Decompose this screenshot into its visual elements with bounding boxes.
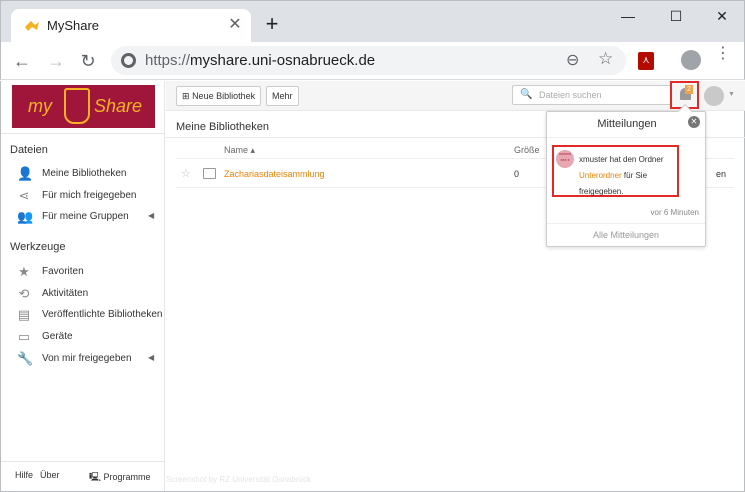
column-header-size[interactable]: Größe [514,145,540,155]
chevron-down-icon[interactable]: ▼ [728,91,735,98]
page-title: Meine Bibliotheken [176,121,269,133]
zoom-icon[interactable]: ⊖ [566,50,579,70]
sidebar-item-favorites[interactable]: ★ Favoriten [17,262,165,282]
notification-count-badge: 2 [685,85,693,94]
share-icon: ⋖ [18,188,30,203]
avatar: xxxxxx xxx x [556,150,574,168]
all-notifications-link[interactable]: Alle Mitteilungen [547,230,705,240]
maximize-button[interactable]: ☐ [653,4,699,28]
popup-title: Mitteilungen [597,118,657,130]
notification-text: xmuster hat den Ordner Unterordner für S… [579,155,664,196]
notification-item[interactable]: xxxxxx xxx x xmuster hat den Ordner Unte… [552,145,679,197]
sidebar-item-my-libraries[interactable]: 👤 Meine Bibliotheken [17,164,165,184]
divider [1,133,165,134]
new-tab-button[interactable]: + [261,13,283,36]
address-bar[interactable]: https://myshare.uni-osnabrueck.de ⊖ ☆ [111,46,626,75]
about-link[interactable]: Über [40,470,60,480]
globe-icon [121,53,136,68]
reload-button[interactable]: ↻ [75,48,101,74]
more-button[interactable]: Mehr [266,86,299,106]
file-search-input[interactable]: 🔍 Dateien suchen [512,85,672,105]
bookmark-star-icon[interactable]: ☆ [598,49,613,69]
column-header-name[interactable]: Name ▴ [224,145,255,156]
library-icon [203,168,216,179]
user-icon: 👤 [17,166,34,181]
published-icon: ▤ [17,307,31,322]
close-window-button[interactable]: ✕ [699,4,745,28]
library-size: 0 [514,169,520,179]
sidebar-heading-tools: Werkzeuge [10,241,66,253]
help-link[interactable]: Hilfe [15,470,33,480]
back-button[interactable]: ← [9,48,35,74]
expand-arrow-icon[interactable]: ◀ [148,353,154,362]
monitor-icon: ▭ [17,329,31,344]
browser-tab[interactable]: MyShare ✕ [11,9,251,43]
star-icon: ★ [18,264,30,279]
pdf-extension-icon[interactable]: ⋏ [638,52,654,70]
wrench-icon: 🔧 [17,351,34,366]
sidebar-item-devices[interactable]: ▭ Geräte [17,327,165,347]
plus-box-icon: ⊞ [182,91,190,101]
search-placeholder: Dateien suchen [539,90,602,100]
sidebar-item-published-libraries[interactable]: ▤ Veröffentlichte Bibliotheken [17,305,165,325]
library-name-link[interactable]: Zachariasdateisammlung [224,169,325,179]
notifications-popup: Mitteilungen ✕ xxxxxx xxx x xmuster hat … [546,103,706,247]
expand-arrow-icon[interactable]: ◀ [148,211,154,220]
forward-button[interactable]: → [43,48,69,74]
sidebar-footer: Hilfe Über 🖳 Programme [1,461,165,491]
browser-titlebar: MyShare ✕ + — ☐ ✕ [0,0,745,43]
address-url[interactable]: https://myshare.uni-osnabrueck.de [145,52,375,69]
sidebar-item-shared-by-me[interactable]: 🔧 Von mir freigegeben ◀ [17,349,165,369]
tab-close-icon[interactable]: ✕ [225,15,245,35]
browser-toolbar: ← → ↻ https://myshare.uni-osnabrueck.de … [0,42,745,80]
library-modified-partial: en [716,169,727,179]
divider [547,223,705,224]
user-avatar[interactable] [704,86,724,106]
myshare-favicon-icon [25,21,39,31]
profile-avatar-icon[interactable] [681,50,701,70]
sidebar-item-my-groups[interactable]: 👥 Für meine Gruppen ◀ [17,207,165,227]
logo-emblem-icon [64,88,90,124]
search-icon: 🔍 [520,89,533,100]
close-icon[interactable]: ✕ [688,116,700,128]
history-icon: ⟲ [18,286,30,301]
minimize-button[interactable]: — [605,4,651,28]
favorite-star-icon[interactable]: ☆ [181,167,191,180]
notification-time: vor 6 Minuten [650,208,699,217]
sidebar-item-activities[interactable]: ⟲ Aktivitäten [17,284,165,304]
divider [547,137,705,138]
group-icon: 👥 [17,209,34,224]
main-toolbar: ⊞ Neue Bibliothek Mehr 🔍 Dateien suchen … [166,81,745,111]
tab-title: MyShare [47,18,100,33]
folder-link[interactable]: Unterordner [579,171,622,180]
sidebar-heading-files: Dateien [10,144,48,156]
programs-link[interactable]: 🖳 Programme [89,470,151,486]
screenshot-watermark: Screenshot by RZ Universität Osnabrück [166,475,311,484]
sidebar: my Share Dateien 👤 Meine Bibliotheken ⋖ … [1,81,165,491]
browser-menu-icon[interactable]: ⋮ [715,46,731,62]
myshare-logo[interactable]: my Share [12,85,155,128]
sidebar-item-shared-with-me[interactable]: ⋖ Für mich freigegeben [17,186,165,206]
new-library-button[interactable]: ⊞ Neue Bibliothek [176,86,262,106]
